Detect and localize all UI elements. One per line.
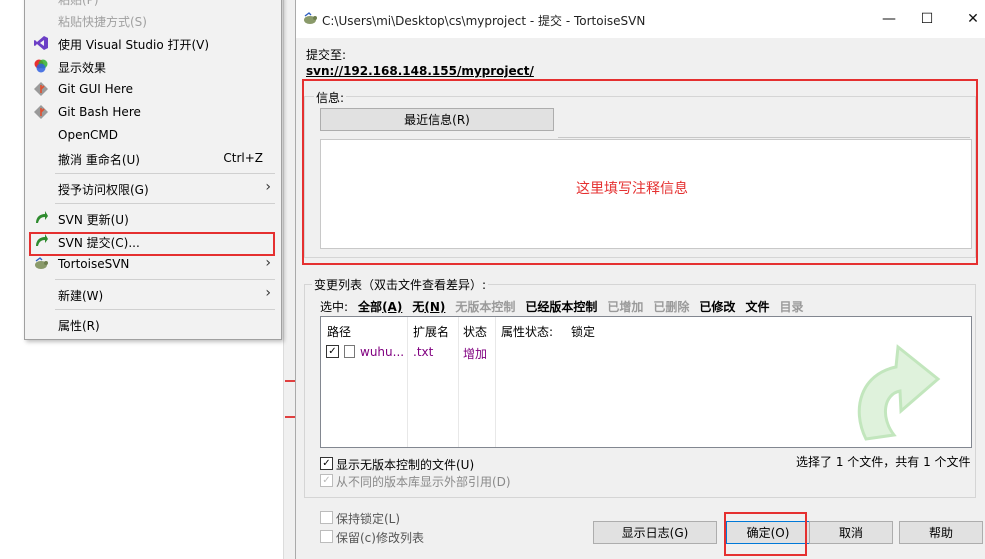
filter-unversioned[interactable]: 无版本控制 (455, 298, 515, 314)
menu-separator (55, 203, 275, 204)
submenu-arrow-icon: › (265, 285, 271, 301)
show-unversioned-checkbox[interactable]: ✓ (320, 457, 333, 470)
file-icon (344, 345, 355, 358)
changes-list[interactable]: 路径 扩展名 状态 属性状态: 锁定 ✓ wuhu... .txt 增加 (320, 316, 972, 448)
tortoisesvn-watermark-icon (857, 344, 941, 441)
row-status: 增加 (463, 347, 488, 361)
close-icon: ✕ (967, 11, 979, 27)
minimize-icon: — (882, 11, 896, 27)
filter-versioned[interactable]: 已经版本控制 (525, 298, 597, 314)
column-extension[interactable]: 扩展名 (413, 323, 449, 340)
context-menu: 粘贴(P) 粘贴快捷方式(S) 使用 Visual Studio 打开(V) 显… (24, 0, 282, 340)
menu-item-paste[interactable]: 粘贴(P) (25, 0, 281, 9)
column-lock[interactable]: 锁定 (571, 323, 595, 340)
column-divider (407, 317, 408, 447)
explorer-strip (283, 0, 295, 559)
submenu-arrow-icon: › (265, 179, 271, 195)
cancel-button[interactable]: 取消 (809, 521, 893, 544)
filter-all[interactable]: 全部(A) (358, 298, 402, 314)
row-extension: .txt (413, 345, 434, 359)
menu-item-grant-access[interactable]: 授予访问权限(G) › (25, 177, 281, 199)
menu-item-git-bash[interactable]: Git Bash Here (25, 101, 281, 123)
keep-changelists-label: 保留(c)修改列表 (336, 531, 424, 545)
show-externals-label: 从不同的版本库显示外部引用(D) (336, 475, 511, 489)
dialog-title: C:\Users\mi\Desktop\cs\myproject - 提交 - … (322, 14, 646, 28)
background-mark (285, 380, 295, 382)
show-externals-checkbox[interactable]: ✓ (320, 474, 333, 487)
filter-none[interactable]: 无(N) (412, 298, 445, 314)
selection-summary: 选择了 1 个文件，共有 1 个文件 (796, 455, 971, 469)
menu-separator (55, 309, 275, 310)
svn-update-icon (33, 210, 49, 226)
filter-modified[interactable]: 已修改 (699, 298, 735, 314)
menu-item-tortoisesvn[interactable]: TortoiseSVN › (25, 253, 281, 275)
row-path: wuhu... (360, 345, 405, 359)
menu-item-opencmd[interactable]: OpenCMD (25, 124, 281, 146)
show-unversioned-label: 显示无版本控制的文件(U) (336, 458, 475, 472)
annotation-highlight-box (29, 232, 275, 256)
column-property-status[interactable]: 属性状态: (501, 323, 553, 340)
help-button[interactable]: 帮助 (899, 521, 983, 544)
filter-deleted[interactable]: 已删除 (653, 298, 689, 314)
menu-item-svn-update[interactable]: SVN 更新(U) (25, 207, 281, 229)
color-wheel-icon (33, 58, 49, 74)
commit-url: svn://192.168.148.155/myproject/ (306, 64, 534, 78)
column-divider (495, 317, 496, 447)
shortcut-text: Ctrl+Z (223, 151, 263, 165)
column-path[interactable]: 路径 (327, 323, 351, 340)
show-log-button[interactable]: 显示日志(G) (593, 521, 717, 544)
menu-item-properties[interactable]: 属性(R) (25, 313, 281, 335)
changes-label: 变更列表（双击文件查看差异）: (312, 276, 489, 293)
background-mark (285, 416, 295, 418)
tortoise-icon (302, 11, 318, 27)
filter-row: 选中: 全部(A) 无(N) 无版本控制 已经版本控制 已增加 已删除 已修改 … (320, 298, 803, 314)
filter-directories[interactable]: 目录 (779, 298, 803, 314)
annotation-message-box (302, 79, 978, 265)
close-button[interactable]: ✕ (950, 6, 985, 32)
menu-item-display-effect[interactable]: 显示效果 (25, 55, 281, 77)
menu-item-open-visual-studio[interactable]: 使用 Visual Studio 打开(V) (25, 32, 281, 54)
menu-item-undo-rename[interactable]: 撤消 重命名(U) Ctrl+Z (25, 147, 281, 169)
dialog-titlebar: C:\Users\mi\Desktop\cs\myproject - 提交 - … (296, 0, 985, 38)
annotation-ok-box (724, 512, 807, 556)
menu-item-git-gui[interactable]: Git GUI Here (25, 78, 281, 100)
column-divider (458, 317, 459, 447)
submenu-arrow-icon: › (265, 255, 271, 271)
filter-added[interactable]: 已增加 (607, 298, 643, 314)
visual-studio-icon (33, 35, 49, 51)
menu-separator (55, 173, 275, 174)
maximize-button[interactable]: ☐ (904, 6, 950, 32)
keep-locks-checkbox[interactable] (320, 511, 333, 524)
maximize-icon: ☐ (920, 11, 934, 27)
menu-item-paste-shortcut[interactable]: 粘贴快捷方式(S) (25, 9, 281, 31)
keep-locks-label: 保持锁定(L) (336, 512, 401, 526)
commit-to-label: 提交至: (306, 48, 347, 62)
menu-item-new[interactable]: 新建(W) › (25, 283, 281, 305)
tortoise-icon (33, 256, 49, 272)
column-status[interactable]: 状态 (463, 323, 487, 340)
row-checkbox[interactable]: ✓ (326, 345, 339, 358)
keep-changelists-checkbox[interactable] (320, 530, 333, 543)
menu-separator (55, 279, 275, 280)
git-icon (33, 104, 49, 120)
git-icon (33, 81, 49, 97)
filter-files[interactable]: 文件 (745, 298, 769, 314)
select-label: 选中: (320, 300, 349, 314)
